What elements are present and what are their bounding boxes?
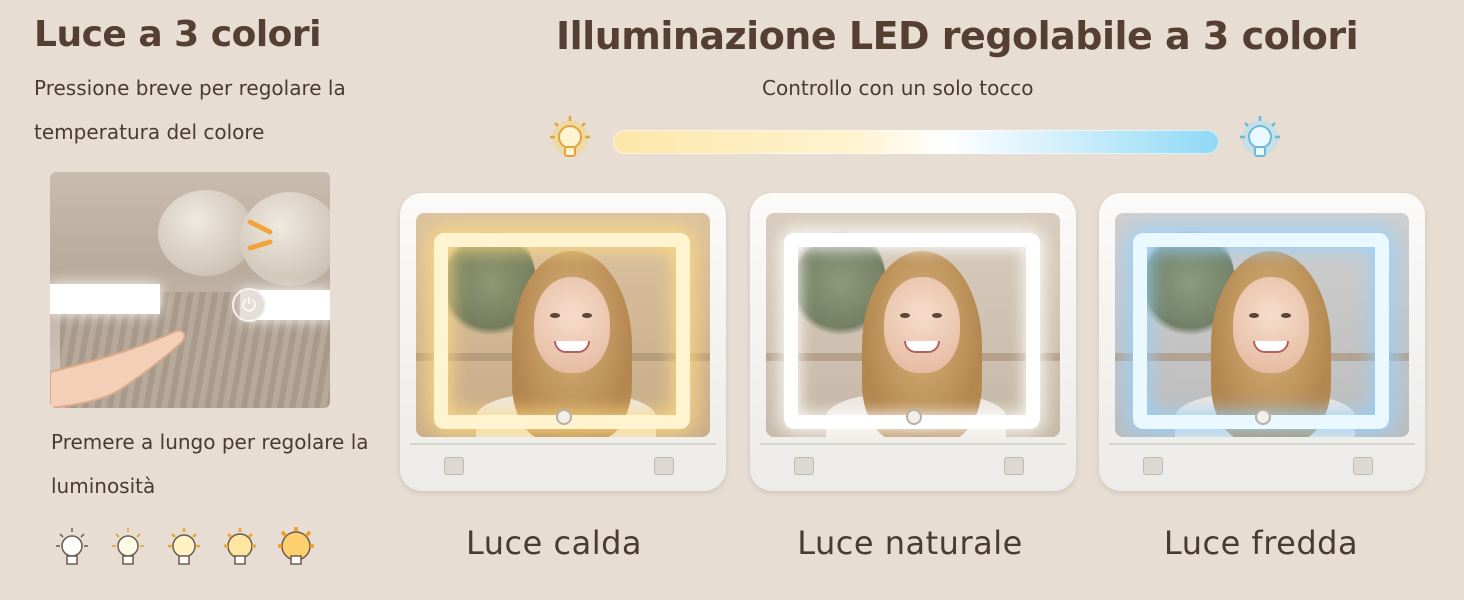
short-press-text: Pressione breve per regolare la temperat… (34, 76, 346, 144)
brightness-levels (52, 526, 316, 574)
press-indicator-icon (247, 219, 273, 251)
touch-button-icon (556, 409, 572, 425)
mirror-glass (416, 213, 710, 437)
finger-icon (50, 329, 186, 408)
caption-natural: Luce naturale (797, 524, 1023, 562)
long-press-text: Premere a lungo per regolare la luminosi… (51, 430, 369, 498)
bulb-icon (56, 528, 88, 565)
led-frame (1133, 233, 1389, 429)
mirror-glass (1115, 213, 1409, 437)
main-subtitle: Controllo con un solo tocco (762, 76, 1034, 100)
main-title: Illuminazione LED regolabile a 3 colori (556, 14, 1359, 58)
bulb-icon (168, 528, 200, 565)
touch-demo-photo: ⏻ (50, 172, 330, 408)
mirror-glass (766, 213, 1060, 437)
led-bar-left (50, 284, 160, 314)
mirror-warm (400, 193, 726, 491)
bulb-icon (224, 528, 256, 565)
mirror-natural (750, 193, 1076, 491)
warm-bulb-icon (550, 116, 590, 157)
color-temperature-bar (613, 130, 1219, 154)
touch-button-icon (1255, 409, 1271, 425)
bulb-icon (278, 527, 314, 565)
mirror-cool (1099, 193, 1425, 491)
touch-button-icon (906, 409, 922, 425)
led-frame (784, 233, 1040, 429)
caption-cool: Luce fredda (1163, 524, 1359, 562)
caption-warm: Luce calda (465, 524, 642, 562)
cool-bulb-icon (1240, 116, 1280, 157)
led-frame (434, 233, 690, 429)
power-icon: ⏻ (232, 288, 266, 322)
left-title: Luce a 3 colori (34, 14, 322, 55)
bulb-icon (112, 528, 144, 565)
